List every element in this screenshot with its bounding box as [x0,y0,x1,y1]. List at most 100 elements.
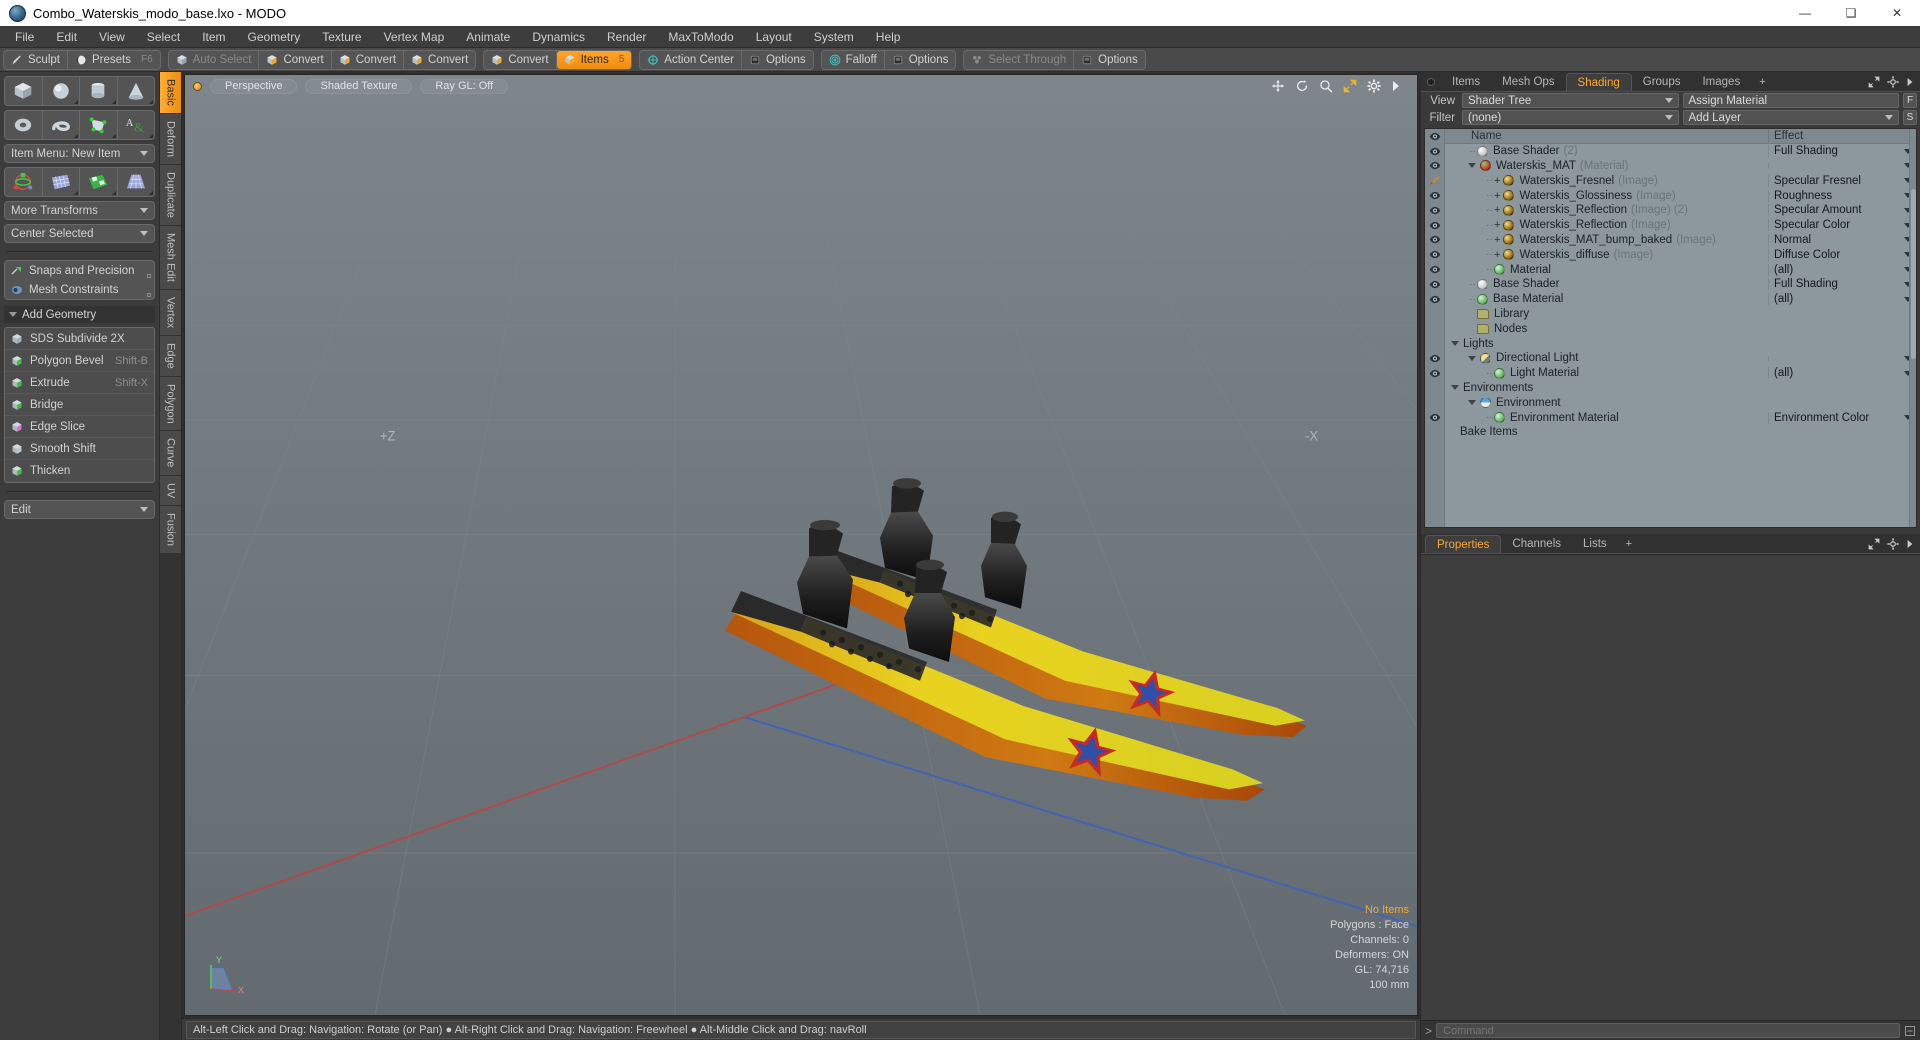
shader-tree-row[interactable]: Directional Light [1445,351,1916,366]
view-select[interactable]: Shader Tree [1462,93,1679,108]
menu-item-select[interactable]: Select [136,27,191,47]
shader-row-effect-cell[interactable]: (all) [1768,293,1916,306]
eye-icon[interactable] [1429,221,1441,230]
command-history-icon[interactable] [1904,1025,1916,1037]
tool-spiral[interactable] [43,111,80,139]
toolbar-button-convert-20[interactable]: Convert [484,50,557,69]
tab-images[interactable]: Images [1691,73,1751,91]
eye-icon[interactable] [1429,132,1441,141]
shader-row-effect-cell[interactable]: (all) [1768,263,1916,276]
rotate-icon[interactable] [1295,79,1309,93]
shader-row-effect-cell[interactable]: Diffuse Color [1768,248,1916,261]
eye-icon[interactable] [1429,280,1441,289]
eye-icon[interactable] [1429,191,1441,200]
bottom-tab-add[interactable]: + [1618,535,1640,553]
assign-material-button[interactable]: F [1903,93,1917,108]
mesh-constraints-button[interactable]: Mesh Constraints [5,280,154,299]
bottom-tab-lists[interactable]: Lists [1572,535,1618,553]
shader-tree-row[interactable]: Environments [1445,381,1916,396]
twisty-open-icon[interactable] [1468,163,1476,169]
axis-gizmo[interactable]: Y X [205,943,257,995]
shader-row-effect-cell[interactable]: Roughness [1768,189,1916,202]
shader-tree-row[interactable]: Environment [1445,395,1916,410]
expand-texture-icon[interactable]: + [1494,234,1500,246]
toolbar-button-options-51[interactable]: Options [1074,51,1145,69]
toolbar-button-presets-01[interactable]: Presets F6 [68,51,160,69]
vertical-tab-deform[interactable]: Deform [160,113,181,165]
visibility-toggle-10[interactable] [1425,292,1444,307]
visibility-toggle-9[interactable] [1425,277,1444,292]
menu-item-system[interactable]: System [803,27,865,47]
vertical-tab-fusion[interactable]: Fusion [160,506,181,555]
shader-tree-row[interactable]: ·· + Waterskis_Glossiness (Image) Roughness [1445,188,1916,203]
menu-item-animate[interactable]: Animate [455,27,521,47]
visibility-toggle-15[interactable] [1425,366,1444,381]
viewport-raygl-pill[interactable]: Ray GL: Off [420,78,509,94]
menu-item-layout[interactable]: Layout [745,27,803,47]
shader-tree-row[interactable]: ·· Light Material (all) [1445,366,1916,381]
add-geometry-section-header[interactable]: Add Geometry [4,306,155,323]
assign-material-field[interactable]: Assign Material [1682,93,1899,108]
toolbar-button-select-through-50[interactable]: Select Through [964,50,1075,69]
shader-tree-scrollbar[interactable] [1909,129,1916,527]
geometry-tool-thicken[interactable]: Thicken [5,460,154,482]
twisty-open-icon[interactable] [1468,355,1476,361]
add-layer-button[interactable]: S [1903,110,1917,125]
menu-item-edit[interactable]: Edit [45,27,88,47]
shader-tree-row[interactable]: Lights [1445,336,1916,351]
shader-row-effect-cell[interactable] [1768,163,1916,169]
brush-icon[interactable] [1429,175,1441,186]
viewport-projection-pill[interactable]: Perspective [210,78,298,94]
close-button[interactable]: ✕ [1874,0,1920,26]
filter-select[interactable]: (none) [1462,110,1679,125]
shader-row-effect-cell[interactable]: Specular Fresnel [1768,174,1916,187]
3d-viewport[interactable]: +Z -X Perspective Shaded Texture Ray GL:… [184,74,1418,1016]
toolbar-button-options-31[interactable]: Options [742,51,813,69]
visibility-toggle-5[interactable] [1425,218,1444,233]
tool-transform-gizmo[interactable] [5,168,43,196]
expand-texture-icon[interactable]: + [1494,219,1500,231]
move-icon[interactable] [1271,79,1285,93]
mesh-constraints-options-handle[interactable] [147,293,151,297]
viewport-shading-pill[interactable]: Shaded Texture [305,78,413,94]
toolbar-button-options-41[interactable]: Options [885,51,956,69]
geometry-tool-polygon-bevel[interactable]: Polygon Bevel Shift-B [5,350,154,372]
maximize-panel-icon[interactable] [1868,76,1880,88]
snaps-options-handle[interactable] [147,274,151,278]
vertical-tab-uv[interactable]: UV [160,475,181,507]
shader-tree-row[interactable]: ·· Base Shader Full Shading [1445,277,1916,292]
expand-texture-icon[interactable]: + [1494,204,1500,216]
shader-row-effect-cell[interactable] [1768,355,1916,361]
shader-tree-row[interactable]: ·· Base Shader (2) Full Shading [1445,144,1916,159]
vertical-tab-duplicate[interactable]: Duplicate [160,164,181,226]
shader-tree-row[interactable]: ·· Environment Material Environment Color [1445,410,1916,425]
viewport-menu-dot-icon[interactable] [193,81,202,91]
menu-item-item[interactable]: Item [191,27,236,47]
shader-tree-row[interactable]: ·· Base Material (all) [1445,292,1916,307]
expand-texture-icon[interactable]: + [1494,175,1500,187]
maximize-button[interactable]: ❑ [1828,0,1874,26]
geometry-tool-edge-slice[interactable]: Edge Slice [5,416,154,438]
tool-cube[interactable] [5,77,43,105]
tool-polygon-pen[interactable] [80,111,118,139]
geometry-tool-sds-subdivide-2x[interactable]: SDS Subdivide 2X [5,328,154,350]
shader-row-effect-cell[interactable]: Full Shading [1768,145,1916,158]
shader-tree-row[interactable]: Library [1445,307,1916,322]
shader-tree-row[interactable]: ·· + Waterskis_Reflection (Image) Specular C… [1445,218,1916,233]
gear-icon[interactable] [1887,538,1899,550]
vertical-tab-mesh-edit[interactable]: Mesh Edit [160,225,181,290]
visibility-toggle-4[interactable] [1425,203,1444,218]
toolbar-button-action-center-30[interactable]: Action Center [640,50,742,69]
menu-item-dynamics[interactable]: Dynamics [521,27,596,47]
toolbar-button-convert-12[interactable]: Convert [332,50,405,69]
play-icon[interactable] [1391,80,1401,92]
eye-icon[interactable] [1429,354,1441,363]
eye-icon[interactable] [1429,206,1441,215]
tab-shading[interactable]: Shading [1565,73,1632,91]
eye-icon[interactable] [1429,369,1441,378]
eye-icon[interactable] [1429,147,1441,156]
toolbar-button-convert-13[interactable]: Convert [404,51,475,69]
visibility-toggle-8[interactable] [1425,262,1444,277]
vertical-tab-curve[interactable]: Curve [160,431,181,476]
vertical-tab-polygon[interactable]: Polygon [160,376,181,432]
